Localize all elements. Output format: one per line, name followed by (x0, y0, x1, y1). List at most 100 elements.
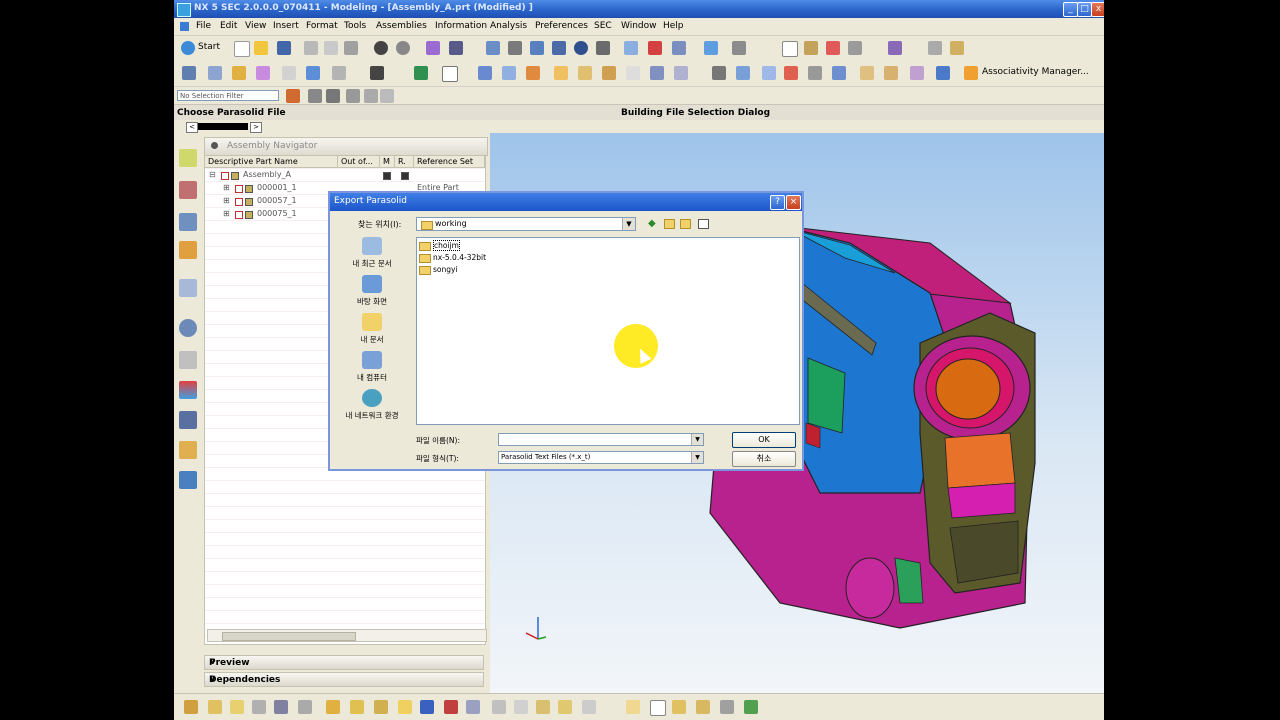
snap-icon[interactable] (308, 89, 322, 103)
chevron-down-icon[interactable]: ▼ (622, 218, 635, 230)
menu-edit[interactable]: Edit (220, 21, 237, 31)
constraints-icon[interactable] (350, 700, 364, 714)
place-my-computer[interactable]: 내 컴퓨터 (336, 351, 408, 387)
part-navigator-icon[interactable] (179, 213, 197, 231)
thicken-icon[interactable] (808, 66, 822, 80)
chevron-down-icon[interactable]: ▼ (691, 434, 703, 445)
feature-icon[interactable] (182, 66, 196, 80)
column-header-modified[interactable]: M (380, 156, 395, 168)
look-in-dropdown[interactable]: working ▼ (416, 217, 636, 231)
new-icon[interactable] (234, 41, 250, 57)
close-button[interactable]: x (1091, 2, 1104, 17)
layer-icon[interactable] (449, 41, 463, 55)
place-network[interactable]: 내 네트워크 환경 (336, 389, 408, 425)
snap-point-icon[interactable] (782, 41, 798, 57)
extrude-icon[interactable] (232, 66, 246, 80)
mirror-assembly-icon[interactable] (374, 700, 388, 714)
place-recent-documents[interactable]: 내 최근 문서 (336, 237, 408, 273)
menu-format[interactable]: Format (306, 21, 338, 31)
mirror-icon[interactable] (650, 66, 664, 80)
visibility-checkbox[interactable] (221, 172, 229, 180)
orient-icon[interactable] (732, 41, 746, 55)
scrollbar-thumb[interactable] (222, 632, 356, 641)
associativity-icon[interactable] (964, 66, 978, 80)
history-icon[interactable] (179, 319, 197, 337)
menu-help[interactable]: Help (663, 21, 684, 31)
rotate-icon[interactable] (574, 41, 588, 55)
pin-icon[interactable] (211, 142, 218, 149)
system-scenes-icon[interactable] (179, 471, 197, 489)
menu-window[interactable]: Window (621, 21, 657, 31)
perspective-icon[interactable] (624, 41, 638, 55)
create-array-icon[interactable] (252, 700, 266, 714)
menu-assemblies[interactable]: Assemblies (376, 21, 427, 31)
open-icon[interactable] (254, 41, 268, 55)
part-menu-icon[interactable] (180, 22, 189, 31)
zoom-icon[interactable] (530, 41, 544, 55)
minimize-button[interactable]: _ (1063, 2, 1078, 17)
select-all-icon[interactable] (326, 89, 340, 103)
selection-filter-dropdown[interactable]: No Selection Filter (177, 90, 279, 101)
filter-icon[interactable] (672, 700, 686, 714)
sequence-icon[interactable] (466, 700, 480, 714)
weight-icon[interactable] (514, 700, 528, 714)
filetype-dropdown[interactable]: Parasolid Text Files (*.x_t) ▼ (498, 451, 704, 464)
shaded-cube-icon[interactable] (704, 41, 718, 55)
save-icon[interactable] (277, 41, 291, 55)
expand-toggle[interactable]: ⊞ (223, 183, 230, 192)
undo-icon[interactable] (374, 41, 388, 55)
history-back-button[interactable]: < (186, 122, 198, 133)
paste-icon[interactable] (344, 41, 358, 55)
zoom-in-icon[interactable] (552, 41, 566, 55)
line-tool-icon[interactable] (928, 41, 942, 55)
replace-face-icon[interactable] (936, 66, 950, 80)
menu-preferences[interactable]: Preferences (535, 21, 588, 31)
datum-icon[interactable] (826, 41, 840, 55)
list-item[interactable]: nx-5.0.4-32bit (419, 252, 486, 264)
menu-tools[interactable]: Tools (344, 21, 366, 31)
block-icon[interactable] (282, 66, 296, 80)
offset-icon[interactable] (762, 66, 776, 80)
new-component-icon[interactable] (230, 700, 244, 714)
system-materials-icon[interactable] (179, 351, 197, 369)
column-header-readonly[interactable]: R. (395, 156, 414, 168)
edge-blend-icon[interactable] (414, 66, 428, 80)
new-folder-icon[interactable] (680, 219, 691, 229)
navigator-horizontal-scrollbar[interactable] (207, 629, 487, 642)
back-arrow-icon[interactable]: ◆ (648, 219, 659, 229)
start-icon[interactable] (181, 41, 195, 55)
redo-icon[interactable] (396, 41, 410, 55)
fit-icon[interactable] (486, 41, 500, 55)
surface-icon[interactable] (736, 66, 750, 80)
mate-component-icon[interactable] (298, 700, 312, 714)
line-icon[interactable] (370, 66, 384, 80)
history-slider[interactable] (198, 123, 248, 130)
settings-icon[interactable] (720, 700, 734, 714)
more-icon[interactable] (712, 66, 726, 80)
menu-file[interactable]: File (196, 21, 211, 31)
visibility-checkbox[interactable] (235, 185, 243, 193)
hole-icon[interactable] (332, 66, 346, 80)
column-header-out-of-date[interactable]: Out of... (338, 156, 380, 168)
menu-information[interactable]: Information (435, 21, 487, 31)
shell-icon[interactable] (502, 66, 516, 80)
menu-sec[interactable]: SEC (594, 21, 612, 31)
start-button[interactable]: Start (198, 42, 220, 52)
section-icon[interactable] (648, 41, 662, 55)
list-item[interactable]: choijm (419, 240, 460, 252)
trim-icon[interactable] (478, 66, 492, 80)
visibility-checkbox[interactable] (235, 198, 243, 206)
menu-insert[interactable]: Insert (273, 21, 299, 31)
process-studio-icon[interactable] (179, 411, 197, 429)
export-icon[interactable] (744, 700, 758, 714)
product-outline-icon[interactable] (626, 700, 640, 714)
replace-component-icon[interactable] (274, 700, 288, 714)
filename-input[interactable]: ▼ (498, 433, 704, 446)
visibility-checkbox[interactable] (235, 211, 243, 219)
wcs-icon[interactable] (804, 41, 818, 55)
render-style-icon[interactable] (672, 41, 686, 55)
reuse-library-icon[interactable] (179, 241, 197, 259)
sew-icon[interactable] (784, 66, 798, 80)
box-select-icon[interactable] (380, 89, 394, 103)
column-header-part-name[interactable]: Descriptive Part Name (205, 156, 338, 168)
